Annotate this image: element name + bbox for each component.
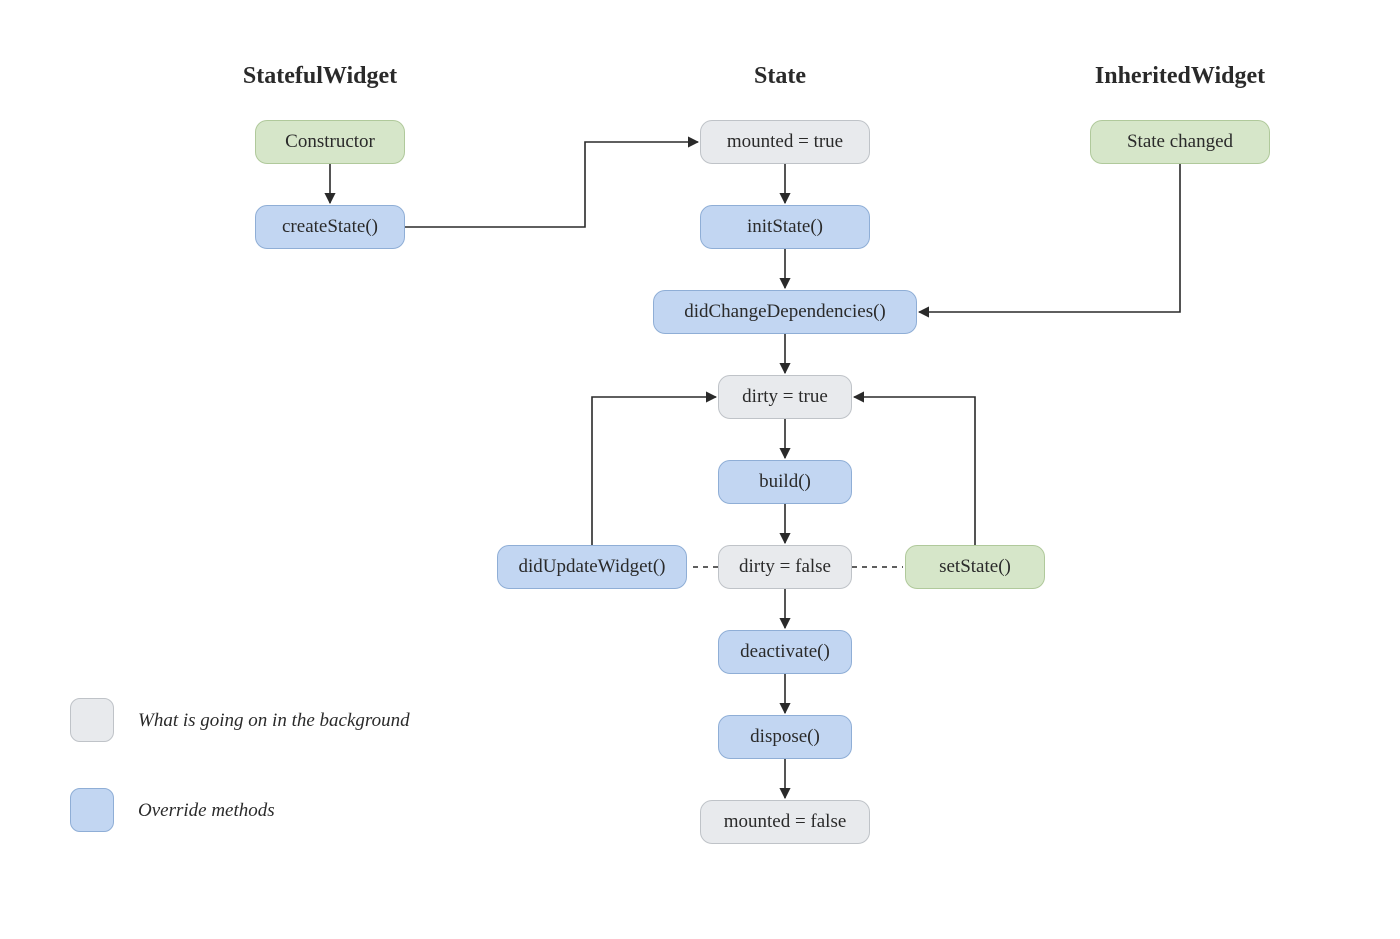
node-build: build() bbox=[718, 460, 852, 504]
node-constructor: Constructor bbox=[255, 120, 405, 164]
node-state-changed: State changed bbox=[1090, 120, 1270, 164]
node-did-change-dependencies: didChangeDependencies() bbox=[653, 290, 917, 334]
legend-label-background: What is going on in the background bbox=[138, 710, 410, 732]
heading-stateful-widget: StatefulWidget bbox=[180, 63, 460, 90]
edge-setstate-dirtytrue bbox=[854, 397, 975, 545]
edge-didupdatewidget-dirtytrue bbox=[592, 397, 716, 545]
heading-inherited-widget: InheritedWidget bbox=[1050, 63, 1310, 90]
node-set-state: setState() bbox=[905, 545, 1045, 589]
edge-createstate-mountedtrue bbox=[405, 142, 698, 227]
node-dispose: dispose() bbox=[718, 715, 852, 759]
node-mounted-true: mounted = true bbox=[700, 120, 870, 164]
node-create-state: createState() bbox=[255, 205, 405, 249]
legend-swatch-background bbox=[70, 698, 114, 742]
heading-state: State bbox=[720, 63, 840, 90]
edge-statechanged-didchangedeps bbox=[919, 164, 1180, 312]
legend-label-override: Override methods bbox=[138, 800, 275, 822]
legend-swatch-override bbox=[70, 788, 114, 832]
node-dirty-false: dirty = false bbox=[718, 545, 852, 589]
node-init-state: initState() bbox=[700, 205, 870, 249]
node-deactivate: deactivate() bbox=[718, 630, 852, 674]
node-mounted-false: mounted = false bbox=[700, 800, 870, 844]
node-dirty-true: dirty = true bbox=[718, 375, 852, 419]
node-did-update-widget: didUpdateWidget() bbox=[497, 545, 687, 589]
